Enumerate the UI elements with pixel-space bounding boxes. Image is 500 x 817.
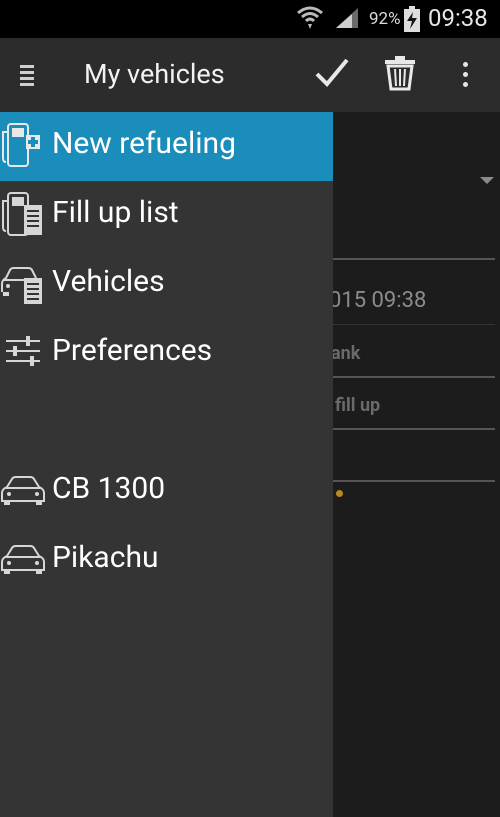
car-icon: [1, 545, 45, 574]
action-bar: My vehicles: [0, 38, 500, 112]
car-list-icon: [1, 267, 42, 304]
divider: [333, 376, 495, 378]
navigation-drawer: New refueling Fill up list Vehicles Pref…: [0, 112, 333, 817]
nav-item-vehicle-pikachu[interactable]: Pikachu: [0, 526, 333, 595]
divider: [333, 258, 495, 260]
spinner-arrow-icon[interactable]: [480, 177, 494, 184]
divider: [333, 480, 495, 482]
trash-icon[interactable]: [381, 54, 419, 92]
nav-item-preferences[interactable]: Preferences: [0, 319, 333, 388]
clock: 09:38: [428, 4, 488, 32]
fuel-pump-list-icon: [2, 192, 42, 236]
fill-up-label: fill up: [335, 395, 381, 416]
check-icon[interactable]: [313, 56, 351, 90]
slider-thumb[interactable]: [336, 490, 343, 497]
nav-item-label: Preferences: [52, 333, 213, 368]
page-title: My vehicles: [84, 58, 225, 90]
nav-item-label: CB 1300: [52, 471, 166, 506]
overflow-menu-icon[interactable]: [452, 58, 478, 92]
nav-item-new-refueling[interactable]: New refueling: [0, 112, 333, 181]
signal-icon: [336, 8, 358, 28]
nav-item-fill-up-list[interactable]: Fill up list: [0, 181, 333, 250]
sliders-icon: [6, 336, 40, 366]
full-tank-label: ank: [333, 343, 361, 364]
battery-percent: 92%: [369, 9, 401, 29]
nav-item-vehicle-cb1300[interactable]: CB 1300: [0, 457, 333, 526]
main-content: 015 09:38 ank fill up: [333, 112, 500, 817]
nav-item-label: Fill up list: [52, 195, 179, 230]
car-icon: [1, 476, 45, 505]
nav-item-label: New refueling: [52, 126, 236, 161]
nav-item-label: Vehicles: [52, 264, 165, 299]
wifi-icon: [297, 6, 323, 29]
nav-item-label: Pikachu: [52, 540, 159, 575]
status-bar: 92% 09:38: [0, 0, 500, 38]
divider: [333, 428, 495, 430]
fuel-pump-plus-icon: [2, 123, 40, 167]
date-field[interactable]: 015 09:38: [333, 288, 426, 313]
battery-charging-icon: [404, 6, 420, 32]
nav-item-vehicles[interactable]: Vehicles: [0, 250, 333, 319]
divider: [333, 324, 495, 325]
drawer-toggle-icon[interactable]: [14, 63, 40, 89]
